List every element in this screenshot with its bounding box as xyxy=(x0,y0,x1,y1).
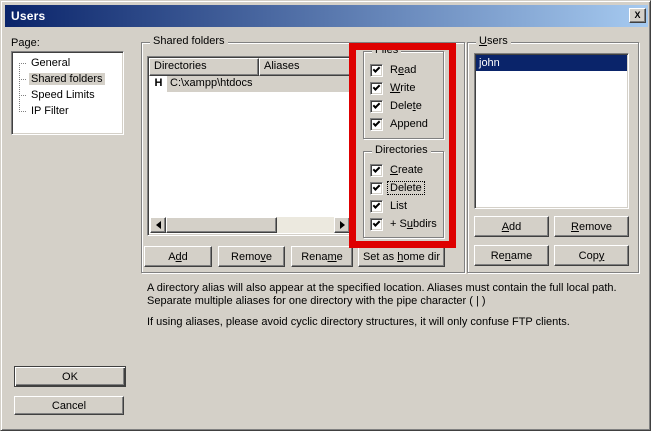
copy-user-button[interactable]: Copy xyxy=(554,245,629,266)
checkbox-icon[interactable] xyxy=(370,200,383,213)
checkbox-label: Append xyxy=(388,118,430,130)
rename-folder-button[interactable]: Rename xyxy=(291,246,353,267)
check-icon xyxy=(373,119,381,127)
button-label: Cancel xyxy=(52,400,86,412)
folders-table: Directories Aliases H C:\xampp\htdocs xyxy=(147,56,353,236)
page-list: General Shared folders Speed Limits IP F… xyxy=(11,51,124,135)
column-header-aliases[interactable]: Aliases xyxy=(259,58,351,76)
list-item-john[interactable]: john xyxy=(476,55,627,71)
scroll-left-button[interactable] xyxy=(150,217,166,233)
sidebar-item-shared-folders[interactable]: Shared folders xyxy=(12,71,123,87)
check-icon xyxy=(373,65,381,73)
checkbox-dirs-subdirs[interactable]: + Subdirs xyxy=(370,217,439,231)
close-button[interactable]: X xyxy=(629,8,646,23)
files-group: Files Read Write Delete Append xyxy=(363,51,444,139)
users-group-label: Users xyxy=(476,35,511,47)
checkbox-label: List xyxy=(388,200,409,212)
button-label: Remove xyxy=(571,221,612,233)
checkbox-label: + Subdirs xyxy=(388,218,439,230)
sidebar-item-label[interactable]: General xyxy=(29,57,72,69)
close-icon: X xyxy=(634,11,640,20)
button-label: Remove xyxy=(231,251,272,263)
directory-cell[interactable]: C:\xampp\htdocs xyxy=(167,76,350,92)
button-label: Add xyxy=(168,251,188,263)
cyclic-warning-text: If using aliases, please avoid cyclic di… xyxy=(147,316,651,329)
table-row[interactable]: H C:\xampp\htdocs xyxy=(150,76,350,92)
remove-user-button[interactable]: Remove xyxy=(554,216,629,237)
checkbox-icon[interactable] xyxy=(370,64,383,77)
folders-table-header: Directories Aliases xyxy=(149,58,351,76)
checkbox-icon[interactable] xyxy=(370,82,383,95)
set-as-home-dir-button[interactable]: Set as home dir xyxy=(358,246,445,267)
button-label: Add xyxy=(502,221,522,233)
scroll-left-icon xyxy=(156,221,161,229)
sidebar-item-speed-limits[interactable]: Speed Limits xyxy=(12,87,123,103)
button-label: Rename xyxy=(301,251,343,263)
check-icon xyxy=(373,219,381,227)
shared-folders-group-label: Shared folders xyxy=(150,35,228,47)
page-label: Page: xyxy=(11,37,40,49)
checkbox-label: Delete xyxy=(388,182,424,194)
horizontal-scrollbar[interactable] xyxy=(150,217,350,233)
users-list: john xyxy=(474,53,629,209)
checkbox-label: Read xyxy=(388,64,418,76)
add-folder-button[interactable]: Add xyxy=(144,246,212,267)
alias-help-text: A directory alias will also appear at th… xyxy=(147,282,651,308)
check-icon xyxy=(373,83,381,91)
checkbox-label: Write xyxy=(388,82,417,94)
home-marker: H xyxy=(150,76,167,92)
directories-group: Directories Create Delete List + Subdirs xyxy=(363,151,444,238)
scrollbar-thumb[interactable] xyxy=(166,217,277,233)
checkbox-icon[interactable] xyxy=(370,118,383,131)
checkbox-label: Create xyxy=(388,164,425,176)
check-icon xyxy=(373,201,381,209)
sidebar-item-general[interactable]: General xyxy=(12,55,123,71)
checkbox-dirs-list[interactable]: List xyxy=(370,199,409,213)
button-label: Copy xyxy=(579,250,605,262)
checkbox-dirs-create[interactable]: Create xyxy=(370,163,425,177)
directories-group-label: Directories xyxy=(372,144,431,156)
scroll-right-icon xyxy=(340,221,345,229)
sidebar-item-label[interactable]: Speed Limits xyxy=(29,89,97,101)
add-user-button[interactable]: Add xyxy=(474,216,549,237)
info-text: A directory alias will also appear at th… xyxy=(147,282,651,329)
window-title: Users xyxy=(11,9,45,23)
checkbox-dirs-delete[interactable]: Delete xyxy=(370,181,424,195)
checkbox-files-delete[interactable]: Delete xyxy=(370,99,424,113)
check-icon xyxy=(373,101,381,109)
button-label: Set as home dir xyxy=(363,251,440,263)
checkbox-icon[interactable] xyxy=(370,182,383,195)
users-dialog: Users X Page: General Shared folders Spe… xyxy=(0,0,651,431)
column-header-directories[interactable]: Directories xyxy=(149,58,259,76)
button-label: Rename xyxy=(491,250,533,262)
sidebar-item-label[interactable]: IP Filter xyxy=(29,105,71,117)
cancel-button[interactable]: Cancel xyxy=(14,396,124,415)
checkbox-icon[interactable] xyxy=(370,100,383,113)
checkbox-icon[interactable] xyxy=(370,218,383,231)
checkbox-icon[interactable] xyxy=(370,164,383,177)
remove-folder-button[interactable]: Remove xyxy=(218,246,285,267)
files-group-label: Files xyxy=(372,44,401,56)
checkbox-files-write[interactable]: Write xyxy=(370,81,417,95)
checkbox-files-append[interactable]: Append xyxy=(370,117,430,131)
checkbox-label: Delete xyxy=(388,100,424,112)
check-icon xyxy=(373,165,381,173)
checkbox-files-read[interactable]: Read xyxy=(370,63,418,77)
rename-user-button[interactable]: Rename xyxy=(474,245,549,266)
ok-button[interactable]: OK xyxy=(14,366,126,387)
sidebar-item-ip-filter[interactable]: IP Filter xyxy=(12,103,123,119)
check-icon xyxy=(373,183,381,191)
sidebar-item-label[interactable]: Shared folders xyxy=(29,73,105,85)
button-label: OK xyxy=(62,371,78,383)
titlebar[interactable]: Users xyxy=(5,5,648,27)
scroll-right-button[interactable] xyxy=(334,217,350,233)
